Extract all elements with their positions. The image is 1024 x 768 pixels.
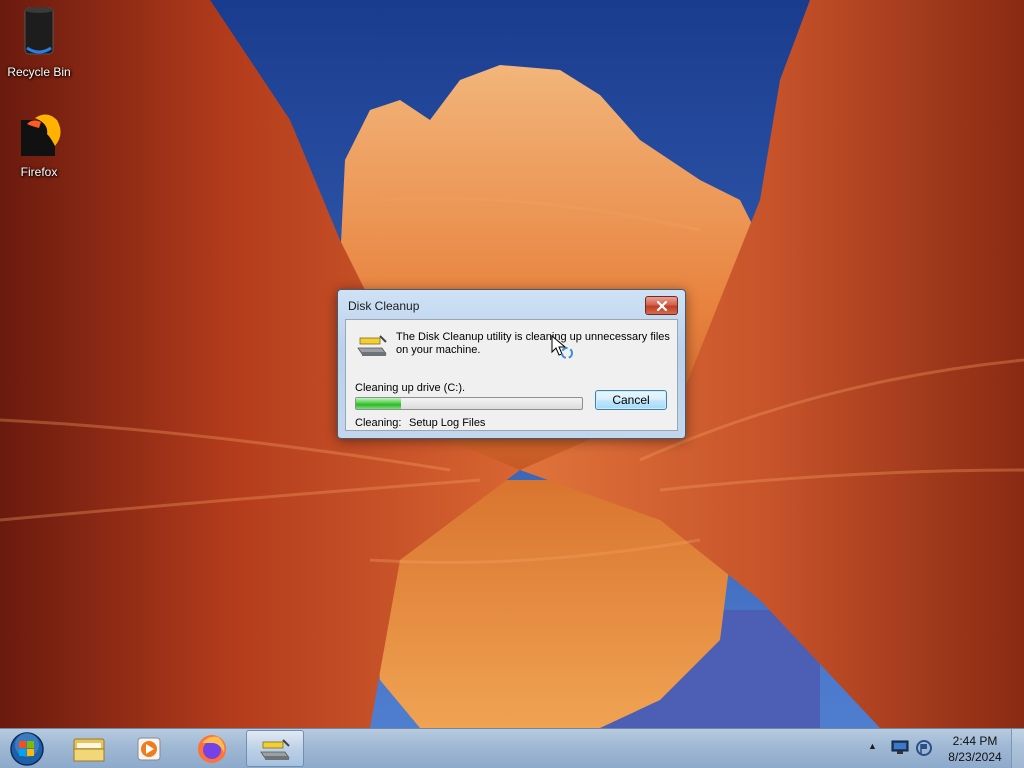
cancel-button[interactable]: Cancel bbox=[595, 390, 667, 410]
desktop-icon-label: Recycle Bin bbox=[7, 65, 71, 79]
windows-start-icon bbox=[10, 732, 44, 766]
recycle-bin-icon bbox=[24, 7, 54, 55]
cleaning-item: Setup Log Files bbox=[409, 417, 486, 429]
cleaning-label: Cleaning: bbox=[355, 417, 402, 429]
progress-fill bbox=[356, 398, 402, 409]
busy-cursor-icon bbox=[551, 334, 573, 359]
taskbar-firefox[interactable] bbox=[183, 730, 241, 767]
start-button[interactable] bbox=[4, 730, 50, 768]
clock-time: 2:44 PM bbox=[952, 734, 998, 748]
desktop-icon-label: Firefox bbox=[20, 165, 58, 179]
taskbar-disk-cleanup[interactable] bbox=[246, 730, 304, 767]
progress-bar bbox=[355, 397, 583, 410]
desktop-icon-firefox[interactable]: Firefox bbox=[1, 110, 77, 179]
dialog-title: Disk Cleanup bbox=[348, 299, 420, 313]
show-hidden-icons-button[interactable]: ▲ bbox=[868, 741, 877, 751]
disk-cleanup-dialog: Disk Cleanup The Disk Cleanup utility is… bbox=[337, 289, 686, 439]
folder-icon bbox=[73, 738, 105, 761]
taskbar-media-player[interactable] bbox=[120, 730, 178, 767]
status-message: The Disk Cleanup utility is cleaning up … bbox=[396, 331, 670, 356]
taskbar-explorer[interactable] bbox=[60, 730, 118, 767]
media-player-icon bbox=[137, 737, 161, 760]
drive-label: Cleaning up drive (C:). bbox=[355, 382, 466, 394]
close-icon bbox=[656, 300, 667, 311]
firefox-icon bbox=[198, 734, 226, 763]
clock-date: 8/23/2024 bbox=[948, 750, 1002, 764]
desktop: Recycle Bin Firefox Disk Cleanup The Dis… bbox=[0, 0, 1024, 728]
show-desktop-button[interactable] bbox=[1011, 729, 1024, 768]
network-icon[interactable] bbox=[891, 739, 909, 755]
disk-cleanup-icon bbox=[260, 738, 290, 760]
close-button[interactable] bbox=[645, 296, 678, 315]
action-center-flag-icon[interactable] bbox=[915, 739, 933, 757]
taskbar: ▲ 2:44 PM 8/23/2024 bbox=[0, 728, 1024, 768]
dialog-body: The Disk Cleanup utility is cleaning up … bbox=[345, 319, 678, 431]
firefox-icon bbox=[21, 114, 61, 156]
desktop-icon-recycle-bin[interactable]: Recycle Bin bbox=[1, 4, 77, 79]
clock[interactable]: 2:44 PM 8/23/2024 bbox=[940, 733, 1010, 765]
disk-cleanup-icon bbox=[357, 335, 387, 356]
